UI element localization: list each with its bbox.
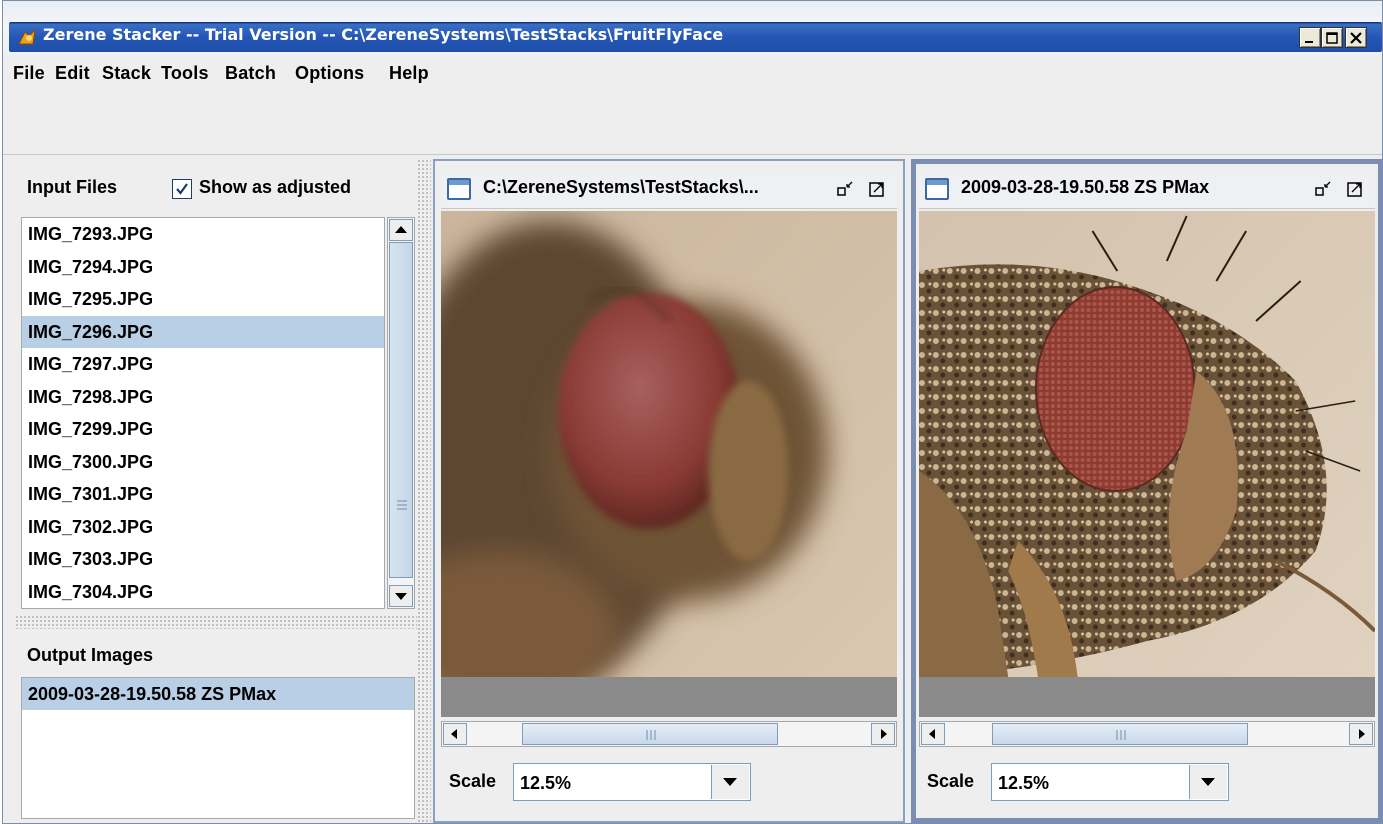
dropdown-button[interactable] bbox=[1189, 765, 1227, 799]
menu-batch[interactable]: Batch bbox=[225, 63, 276, 84]
maximize-frame-icon[interactable] bbox=[867, 179, 887, 199]
scroll-left-button[interactable] bbox=[443, 723, 467, 745]
arrow-left-icon bbox=[929, 729, 935, 739]
show-adjusted-label[interactable]: Show as adjusted bbox=[199, 177, 351, 198]
input-image-frame: C:\ZereneSystems\TestStacks\... Scale 12… bbox=[433, 159, 905, 823]
scale-row: Scale 12.5% bbox=[441, 759, 897, 803]
scale-row: Scale 12.5% bbox=[919, 759, 1375, 803]
window-title: Zerene Stacker -- Trial Version -- C:\Ze… bbox=[43, 25, 724, 44]
scale-dropdown[interactable]: 12.5% bbox=[513, 763, 751, 801]
zerene-app-icon bbox=[18, 28, 36, 45]
maximize-button[interactable] bbox=[1321, 27, 1343, 48]
list-item[interactable]: IMG_7304.JPG bbox=[22, 576, 384, 609]
blurred-fly-image[interactable] bbox=[441, 211, 897, 677]
minimize-icon bbox=[1305, 41, 1313, 43]
arrow-right-icon bbox=[881, 729, 887, 739]
scroll-up-button[interactable] bbox=[389, 219, 413, 241]
menu-edit[interactable]: Edit bbox=[55, 63, 90, 84]
app-window: Zerene Stacker -- Trial Version -- C:\Ze… bbox=[2, 0, 1383, 824]
list-item[interactable]: IMG_7293.JPG bbox=[22, 218, 384, 251]
vertical-splitter[interactable] bbox=[417, 159, 431, 823]
arrow-left-icon bbox=[451, 729, 457, 739]
scale-value: 12.5% bbox=[520, 773, 572, 793]
scroll-thumb[interactable] bbox=[389, 242, 413, 578]
frame-title: 2009-03-28-19.50.58 ZS PMax bbox=[961, 177, 1210, 197]
chevron-down-icon bbox=[1201, 778, 1215, 786]
fly-image-sharp bbox=[919, 211, 1375, 677]
restore-down-icon[interactable] bbox=[1313, 179, 1333, 199]
horizontal-scrollbar[interactable] bbox=[919, 721, 1375, 747]
menu-tools[interactable]: Tools bbox=[161, 63, 209, 84]
frame-title-bar[interactable]: C:\ZereneSystems\TestStacks\... bbox=[441, 169, 897, 209]
checkmark-icon bbox=[176, 183, 188, 195]
scale-label: Scale bbox=[927, 771, 975, 791]
list-item[interactable]: IMG_7299.JPG bbox=[22, 413, 384, 446]
list-item[interactable]: IMG_7301.JPG bbox=[22, 478, 384, 511]
input-files-label: Input Files bbox=[27, 177, 117, 197]
scroll-thumb[interactable] bbox=[992, 723, 1248, 745]
image-bottom-strip bbox=[919, 677, 1375, 717]
arrow-down-icon bbox=[395, 593, 407, 600]
title-bar[interactable]: Zerene Stacker -- Trial Version -- C:\Ze… bbox=[3, 1, 1382, 55]
left-panel: Input Files Show as adjusted IMG_7293.JP… bbox=[15, 159, 417, 823]
maximize-icon bbox=[1326, 32, 1338, 44]
scale-dropdown[interactable]: 12.5% bbox=[991, 763, 1229, 801]
toolbar-area bbox=[3, 95, 1382, 155]
scroll-right-button[interactable] bbox=[871, 723, 895, 745]
arrow-up-icon bbox=[395, 226, 407, 233]
list-item[interactable]: IMG_7303.JPG bbox=[22, 543, 384, 576]
input-files-list[interactable]: IMG_7293.JPG IMG_7294.JPG IMG_7295.JPG I… bbox=[21, 217, 385, 609]
list-item[interactable]: IMG_7302.JPG bbox=[22, 511, 384, 544]
grip-icon bbox=[646, 730, 656, 740]
scroll-right-button[interactable] bbox=[1349, 723, 1373, 745]
output-image-frame: 2009-03-28-19.50.58 ZS PMax Scale 12.5% bbox=[911, 159, 1383, 823]
restore-down-icon[interactable] bbox=[835, 179, 855, 199]
grip-icon bbox=[397, 500, 407, 510]
arrow-right-icon bbox=[1359, 729, 1365, 739]
menu-options[interactable]: Options bbox=[295, 63, 364, 84]
stacked-fly-image[interactable] bbox=[919, 211, 1375, 677]
scroll-left-button[interactable] bbox=[921, 723, 945, 745]
horizontal-scrollbar[interactable] bbox=[441, 721, 897, 747]
show-adjusted-checkbox[interactable] bbox=[172, 179, 192, 199]
input-list-scrollbar[interactable] bbox=[387, 217, 415, 609]
horizontal-splitter[interactable] bbox=[15, 615, 417, 629]
frame-title-bar[interactable]: 2009-03-28-19.50.58 ZS PMax bbox=[919, 169, 1375, 209]
list-item[interactable]: IMG_7294.JPG bbox=[22, 251, 384, 284]
menu-bar: File Edit Stack Tools Batch Options Help bbox=[3, 55, 1382, 95]
list-item[interactable]: IMG_7300.JPG bbox=[22, 446, 384, 479]
list-item-selected[interactable]: 2009-03-28-19.50.58 ZS PMax bbox=[22, 678, 414, 710]
list-item-selected[interactable]: IMG_7296.JPG bbox=[22, 315, 384, 348]
fly-image-blurred bbox=[441, 211, 897, 677]
frame-window-icon bbox=[447, 178, 471, 200]
scroll-thumb[interactable] bbox=[522, 723, 778, 745]
list-item[interactable]: IMG_7297.JPG bbox=[22, 348, 384, 381]
output-images-list[interactable]: 2009-03-28-19.50.58 ZS PMax bbox=[21, 677, 415, 819]
chevron-down-icon bbox=[723, 778, 737, 786]
close-icon bbox=[1350, 32, 1362, 44]
menu-file[interactable]: File bbox=[13, 63, 45, 84]
frame-window-icon bbox=[925, 178, 949, 200]
dropdown-button[interactable] bbox=[711, 765, 749, 799]
frame-title: C:\ZereneSystems\TestStacks\... bbox=[483, 177, 759, 197]
image-bottom-strip bbox=[441, 677, 897, 717]
scale-value: 12.5% bbox=[998, 773, 1050, 793]
close-button[interactable] bbox=[1345, 27, 1367, 48]
scroll-down-button[interactable] bbox=[389, 585, 413, 607]
maximize-frame-icon[interactable] bbox=[1345, 179, 1365, 199]
scale-label: Scale bbox=[449, 771, 497, 791]
menu-help[interactable]: Help bbox=[389, 63, 429, 84]
output-images-label: Output Images bbox=[27, 645, 154, 665]
list-item[interactable]: IMG_7295.JPG bbox=[22, 283, 384, 316]
menu-stack[interactable]: Stack bbox=[102, 63, 151, 84]
grip-icon bbox=[1116, 730, 1126, 740]
list-item[interactable]: IMG_7298.JPG bbox=[22, 381, 384, 414]
minimize-button[interactable] bbox=[1299, 27, 1321, 48]
